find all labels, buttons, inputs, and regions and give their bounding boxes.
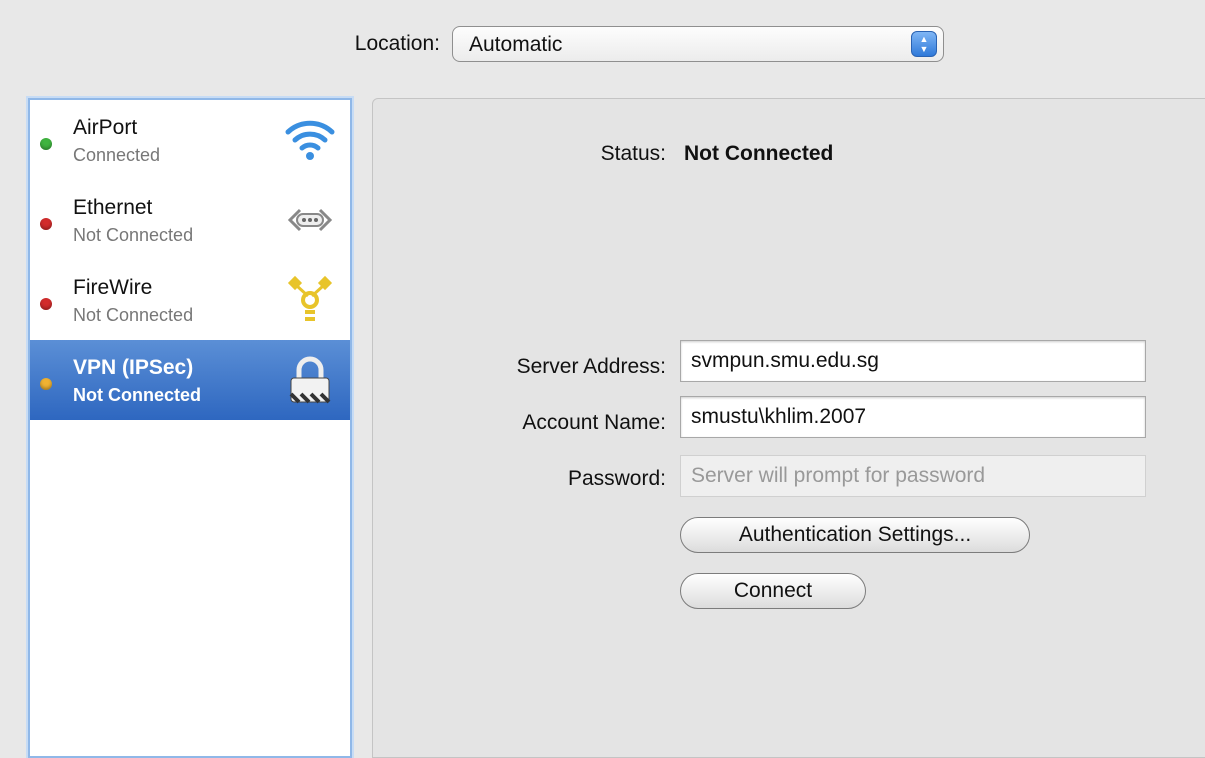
connect-button[interactable]: Connect <box>680 573 866 609</box>
select-arrows-icon: ▲ ▼ <box>911 31 937 57</box>
account-name-field[interactable]: smustu\khlim.2007 <box>680 396 1146 438</box>
status-dot-icon <box>40 298 52 310</box>
service-item-vpn[interactable]: VPN (IPSec) Not Connected <box>30 340 350 420</box>
wifi-icon <box>285 120 335 160</box>
status-value: Not Connected <box>684 142 834 165</box>
service-name: VPN (IPSec) <box>73 356 194 379</box>
service-status: Not Connected <box>73 305 194 325</box>
service-status: Not Connected <box>73 385 201 405</box>
firewire-icon <box>287 275 333 321</box>
status-dot-icon <box>40 378 52 390</box>
service-list[interactable]: AirPort Connected Ethernet Not Connected… <box>28 98 352 758</box>
authentication-settings-button[interactable]: Authentication Settings... <box>680 517 1030 553</box>
status-dot-icon <box>40 138 52 150</box>
lock-icon <box>289 356 331 404</box>
ethernet-icon <box>287 208 333 232</box>
server-address-field[interactable]: svmpun.smu.edu.sg <box>680 340 1146 382</box>
service-item-airport[interactable]: AirPort Connected <box>30 100 350 180</box>
password-field[interactable]: Server will prompt for password <box>680 455 1146 497</box>
service-name: FireWire <box>73 276 153 299</box>
server-address-label: Server Address: <box>516 355 666 378</box>
status-dot-icon <box>40 218 52 230</box>
location-label: Location: <box>354 32 440 55</box>
account-name-label: Account Name: <box>522 411 666 434</box>
service-status: Connected <box>73 145 161 165</box>
service-name: Ethernet <box>73 196 153 219</box>
service-status: Not Connected <box>73 225 194 245</box>
location-select[interactable]: Automatic ▲ ▼ <box>452 26 944 62</box>
service-item-firewire[interactable]: FireWire Not Connected <box>30 260 350 340</box>
status-label: Status: <box>600 142 666 165</box>
password-label: Password: <box>567 467 666 490</box>
location-value: Automatic <box>469 33 563 56</box>
service-item-ethernet[interactable]: Ethernet Not Connected <box>30 180 350 260</box>
service-name: AirPort <box>73 116 138 139</box>
